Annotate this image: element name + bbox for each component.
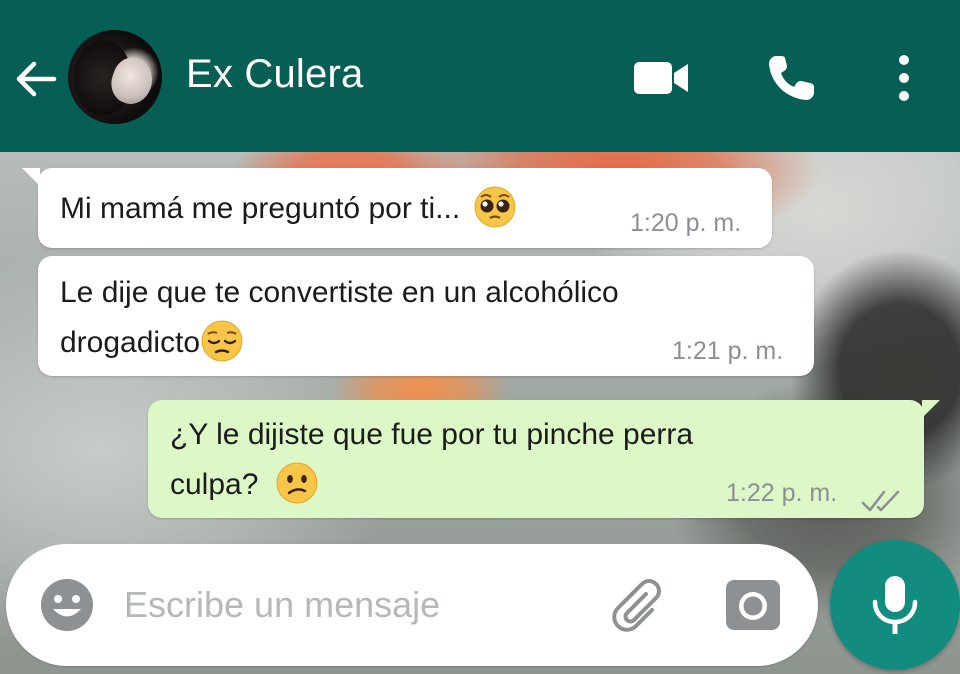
phone-icon[interactable] xyxy=(764,52,818,104)
back-arrow-icon[interactable] xyxy=(12,56,58,102)
message-text-line-wrap: culpa? xyxy=(170,460,693,510)
message-bubble-incoming[interactable]: Mi mamá me preguntó por ti... 1:20 p. m. xyxy=(22,168,772,248)
message-text-line-wrap: drogadicto xyxy=(60,318,619,368)
message-text-line: culpa? xyxy=(170,468,259,501)
message-time: 1:22 p. m. xyxy=(726,479,838,507)
message-composer xyxy=(6,544,818,666)
message-time: 1:21 p. m. xyxy=(672,337,784,365)
read-double-check-icon xyxy=(860,480,904,512)
message-text-line: drogadicto xyxy=(60,326,201,359)
mic-button[interactable] xyxy=(830,540,960,670)
message-time: 1:20 p. m. xyxy=(630,209,742,237)
bubble-tail xyxy=(22,168,40,186)
bubble-tail xyxy=(922,400,940,418)
message-text-line: Le dije que te convertiste en un alcohól… xyxy=(60,276,619,309)
mic-icon xyxy=(872,576,918,634)
contact-avatar[interactable] xyxy=(68,30,162,124)
attach-icon[interactable] xyxy=(606,574,668,636)
message-text-container: Mi mamá me preguntó por ti... xyxy=(60,184,517,234)
video-call-icon[interactable] xyxy=(632,58,690,98)
message-text-line: ¿Y le dijiste que fue por tu pinche perr… xyxy=(170,418,694,451)
emoji-icon[interactable] xyxy=(38,576,96,634)
contact-name[interactable]: Ex Culera xyxy=(186,52,363,97)
message-text-container: ¿Y le dijiste que fue por tu pinche perr… xyxy=(170,410,693,510)
message-text: Mi mamá me preguntó por ti... xyxy=(60,192,461,225)
message-text-container: Le dije que te convertiste en un alcohól… xyxy=(60,268,619,368)
pensive-face-emoji-icon xyxy=(200,319,244,363)
message-bubble-outgoing[interactable]: ¿Y le dijiste que fue por tu pinche perr… xyxy=(148,400,940,518)
camera-icon[interactable] xyxy=(724,576,782,634)
message-bubble-incoming[interactable]: Le dije que te convertiste en un alcohól… xyxy=(38,256,814,376)
pleading-face-emoji-icon xyxy=(473,185,517,229)
chat-header: Ex Culera xyxy=(0,0,960,152)
confused-face-emoji-icon xyxy=(275,461,319,505)
more-vert-icon[interactable] xyxy=(892,52,916,104)
message-input[interactable] xyxy=(124,580,584,630)
